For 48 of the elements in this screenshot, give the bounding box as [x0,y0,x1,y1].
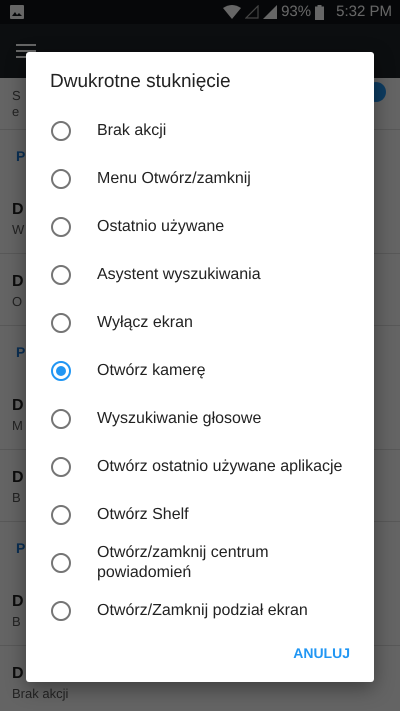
clock: 5:32 PM [336,2,392,22]
signal-empty-icon [245,5,260,19]
radio-button[interactable] [51,552,71,572]
radio-button[interactable] [51,456,71,476]
option-label: Otwórz Shelf [97,504,189,524]
dialog-title: Dwukrotne stuknięcie [49,70,232,94]
radio-button[interactable] [51,504,71,524]
radio-button[interactable] [51,120,71,140]
setting-summary: M [12,418,23,434]
setting-summary: W [12,222,24,238]
setting-title: D [12,468,24,488]
setting-title: D [12,200,24,220]
radio-button[interactable] [51,264,71,284]
image-icon [10,5,24,19]
radio-button[interactable] [51,600,71,620]
radio-button[interactable] [51,168,71,188]
option-label: Menu Otwórz/zamknij [97,168,251,188]
option-label: Brak akcji [97,120,166,140]
radio-button[interactable] [51,216,71,236]
option-label: Otwórz/Zamknij podział ekran [97,600,308,620]
setting-title: D [12,664,24,684]
option-label: Ostatnio używane [97,216,224,236]
section-header: P [16,342,26,362]
setting-summary: B [12,614,21,630]
battery-percent: 93% [281,2,312,22]
option-label: Wyłącz ekran [97,312,193,332]
setting-summary: e [12,104,20,120]
wifi-icon [223,5,242,19]
radio-button[interactable] [51,312,71,332]
setting-summary: O [12,294,22,310]
section-header: P [16,538,26,558]
section-header: P [16,146,26,166]
option-label: Otwórz ostatnio używane aplikacje [97,456,342,476]
setting-summary: B [12,490,21,506]
option-label: Asystent wyszukiwania [97,264,261,284]
option-label: Otwórz/zamknij centrum powiadomień [97,542,270,582]
battery-icon [315,4,324,20]
setting-summary: S [12,88,21,104]
radio-button[interactable] [51,408,71,428]
setting-title: D [12,396,24,416]
option-label: Wyszukiwanie głosowe [97,408,262,428]
setting-title: D [12,592,24,612]
setting-summary: Brak akcji [12,686,68,702]
setting-title: D [12,272,24,292]
radio-button[interactable] [51,360,71,380]
option-label: Otwórz kamerę [97,360,206,380]
cancel-button[interactable]: ANULUJ [285,634,358,672]
signal-icon [263,5,278,19]
